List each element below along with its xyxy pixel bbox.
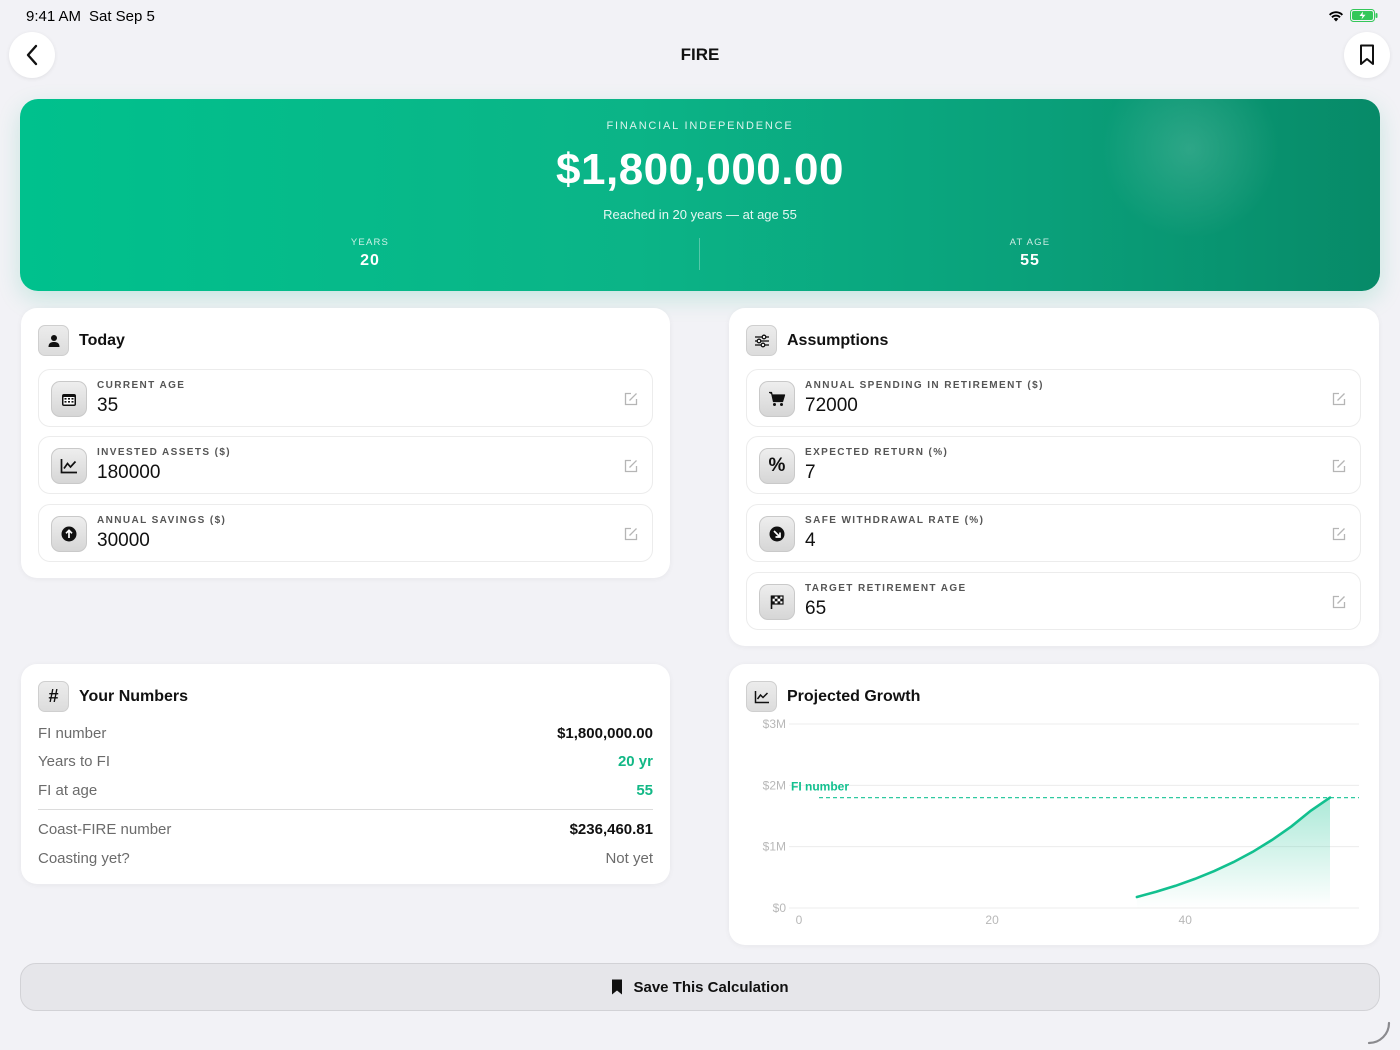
field-value[interactable]: 30000 xyxy=(97,530,150,552)
row-value: 55 xyxy=(636,782,653,799)
row-label: Years to FI xyxy=(38,753,110,770)
field-label: ANNUAL SPENDING IN RETIREMENT ($) xyxy=(805,380,1044,391)
hashtag-icon: # xyxy=(38,681,69,712)
stat-divider xyxy=(699,238,700,270)
edit-icon[interactable] xyxy=(1331,458,1347,474)
field-label: EXPECTED RETURN (%) xyxy=(805,447,949,458)
years-label: YEARS xyxy=(350,237,390,248)
person-icon xyxy=(38,325,69,356)
status-bar: 9:41 AM Sat Sep 5 xyxy=(0,0,1400,32)
field-label: TARGET RETIREMENT AGE xyxy=(805,583,967,594)
numbers-title: Your Numbers xyxy=(79,687,189,705)
page-title: FIRE xyxy=(680,45,720,64)
divider xyxy=(38,809,653,810)
save-label: Save This Calculation xyxy=(633,978,789,996)
row-label: FI number xyxy=(38,725,107,742)
field-label: CURRENT AGE xyxy=(97,380,186,391)
bookmark-button[interactable] xyxy=(1344,32,1390,78)
age-stat: AT AGE 55 xyxy=(930,237,1130,270)
x-tick-label: 40 xyxy=(1179,913,1193,927)
growth-chart: $0 $1M $2M $3M 0 20 40 FI number xyxy=(763,717,1359,927)
edit-icon[interactable] xyxy=(623,526,639,542)
today-card: Today CURRENT AGE 35 INVESTED ASSETS ($)… xyxy=(21,308,670,578)
today-header: Today xyxy=(38,325,125,356)
fi-amount: $1,800,000.00 xyxy=(556,145,844,194)
assumptions-card: Assumptions ANNUAL SPENDING IN RETIREMEN… xyxy=(729,308,1379,646)
field-value[interactable]: 180000 xyxy=(97,462,160,484)
sliders-icon xyxy=(746,325,777,356)
x-tick-label: 0 xyxy=(796,913,803,927)
arrow-down-right-circle-icon xyxy=(759,516,795,552)
row-value: 20 yr xyxy=(617,753,653,770)
field-label: ANNUAL SAVINGS ($) xyxy=(97,515,227,526)
coasting-row: Coasting yet? Not yet xyxy=(38,850,653,872)
edit-icon[interactable] xyxy=(1331,391,1347,407)
field-value[interactable]: 65 xyxy=(805,598,826,620)
row-label: Coasting yet? xyxy=(38,850,130,867)
invested-assets-field[interactable]: INVESTED ASSETS ($) 180000 xyxy=(38,436,653,494)
edit-icon[interactable] xyxy=(623,458,639,474)
age-value: 55 xyxy=(1020,252,1040,269)
years-value: 20 xyxy=(360,252,380,269)
row-value: $1,800,000.00 xyxy=(557,725,653,742)
status-icons xyxy=(1328,9,1378,22)
fi-summary-banner: FINANCIAL INDEPENDENCE $1,800,000.00 Rea… xyxy=(20,99,1380,291)
percent-icon: % xyxy=(759,448,795,484)
your-numbers-card: # Your Numbers FI number $1,800,000.00 Y… xyxy=(21,664,670,884)
chart-line-icon xyxy=(51,448,87,484)
fi-subtitle: Reached in 20 years — at age 55 xyxy=(603,207,797,222)
field-value[interactable]: 7 xyxy=(805,462,816,484)
save-calculation-button[interactable]: Save This Calculation xyxy=(20,963,1380,1011)
bookmark-icon xyxy=(1360,44,1374,65)
fi-at-age-row: FI at age 55 xyxy=(38,782,653,804)
numbers-header: # Your Numbers xyxy=(38,681,188,712)
x-tick-label: 20 xyxy=(985,913,999,927)
projected-growth-card: Projected Growth $0 $1M $2M $3M 0 20 40 FI numb… xyxy=(729,664,1379,945)
annual-spending-field[interactable]: ANNUAL SPENDING IN RETIREMENT ($) 72000 xyxy=(746,369,1361,427)
y-tick-label: $2M xyxy=(763,778,786,792)
fi-number-row: FI number $1,800,000.00 xyxy=(38,725,653,747)
annual-savings-field[interactable]: ANNUAL SAVINGS ($) 30000 xyxy=(38,504,653,562)
edit-icon[interactable] xyxy=(623,391,639,407)
target-retirement-age-field[interactable]: TARGET RETIREMENT AGE 65 xyxy=(746,572,1361,630)
battery-icon xyxy=(1350,9,1378,22)
safe-withdrawal-rate-field[interactable]: SAFE WITHDRAWAL RATE (%) 4 xyxy=(746,504,1361,562)
arrow-up-circle-icon xyxy=(51,516,87,552)
years-to-fi-row: Years to FI 20 yr xyxy=(38,753,653,775)
current-age-field[interactable]: CURRENT AGE 35 xyxy=(38,369,653,427)
row-value: Not yet xyxy=(605,850,653,867)
status-time: 9:41 AM xyxy=(26,8,82,25)
row-value: $236,460.81 xyxy=(569,821,653,838)
row-label: FI at age xyxy=(38,782,98,799)
y-tick-label: $1M xyxy=(763,840,786,854)
cart-icon xyxy=(759,381,795,417)
coast-fire-row: Coast-FIRE number $236,460.81 xyxy=(38,821,653,843)
assumptions-title: Assumptions xyxy=(787,331,889,349)
expected-return-field[interactable]: % EXPECTED RETURN (%) 7 xyxy=(746,436,1361,494)
y-tick-label: $0 xyxy=(773,901,787,915)
age-label: AT AGE xyxy=(1009,237,1051,248)
today-title: Today xyxy=(79,331,125,349)
calendar-icon xyxy=(51,381,87,417)
field-value[interactable]: 4 xyxy=(805,530,816,552)
wifi-icon xyxy=(1329,10,1343,21)
years-stat: YEARS 20 xyxy=(270,237,470,270)
edit-icon[interactable] xyxy=(1331,594,1347,610)
assumptions-header: Assumptions xyxy=(746,325,888,356)
status-date: Sat Sep 5 xyxy=(89,8,155,25)
flag-checkered-icon xyxy=(759,584,795,620)
fi-label: FINANCIAL INDEPENDENCE xyxy=(606,120,794,132)
field-value[interactable]: 72000 xyxy=(805,395,858,417)
growth-area xyxy=(1136,797,1330,908)
fi-number-reference-label: FI number xyxy=(791,780,849,794)
edit-icon[interactable] xyxy=(1331,526,1347,542)
y-tick-label: $3M xyxy=(763,717,786,731)
field-label: INVESTED ASSETS ($) xyxy=(97,447,232,458)
field-label: SAFE WITHDRAWAL RATE (%) xyxy=(805,515,985,526)
resize-handle-icon[interactable] xyxy=(1366,1020,1392,1046)
row-label: Coast-FIRE number xyxy=(38,821,172,838)
field-value[interactable]: 35 xyxy=(97,395,118,417)
bookmark-icon xyxy=(612,979,623,995)
